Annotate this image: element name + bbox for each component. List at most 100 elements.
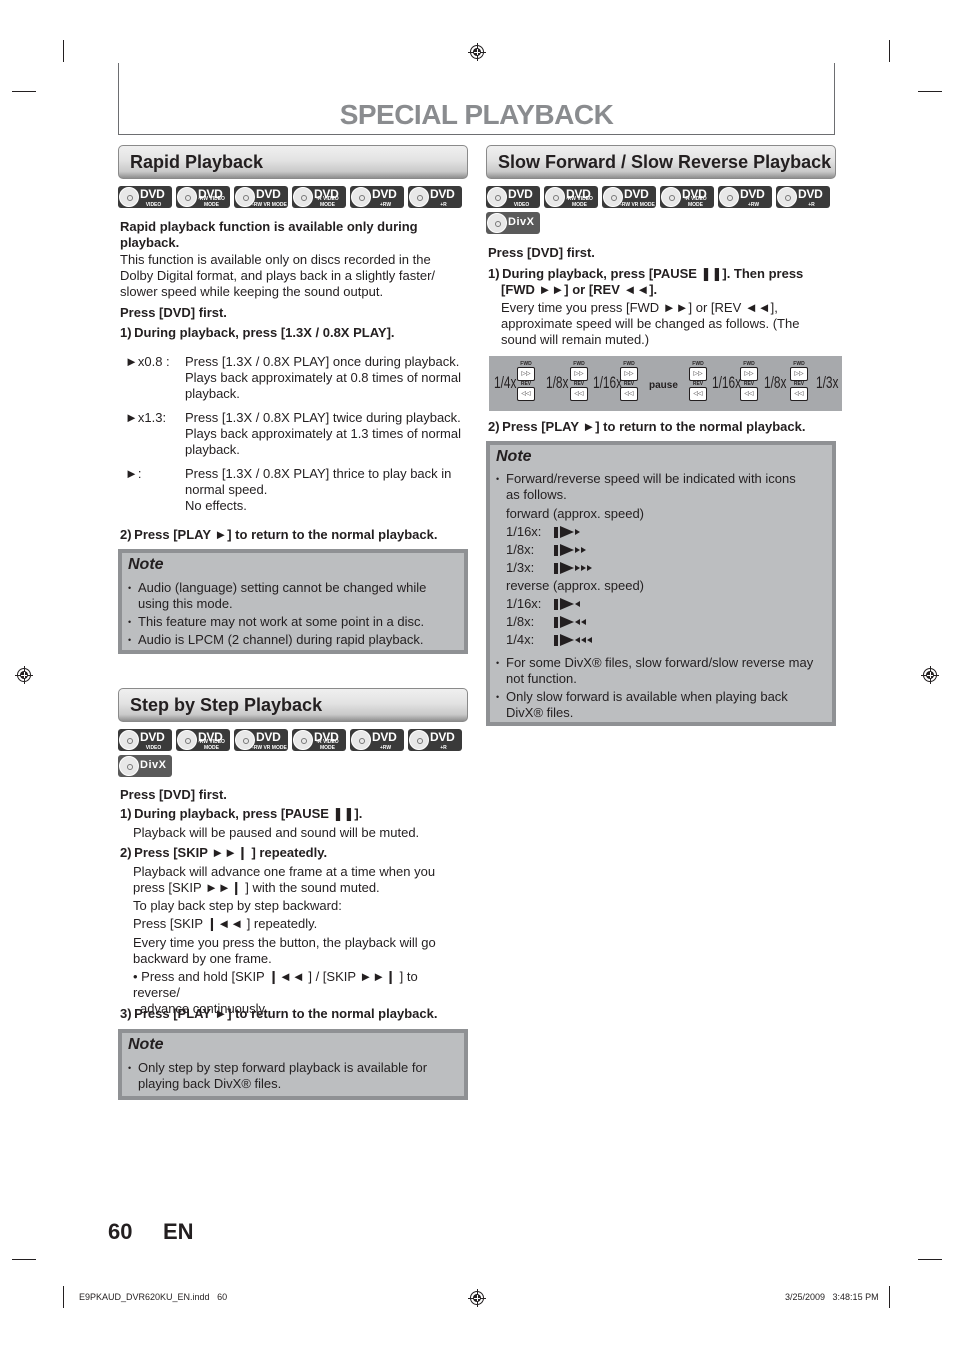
fwd-rev-buttons: FWD ▷▷ REV ◁◁	[570, 361, 588, 401]
section-heading-rapid-playback: Rapid Playback	[118, 145, 468, 179]
crop-mark	[889, 40, 890, 62]
step-2-description: Playback will advance one frame at a tim…	[133, 864, 436, 1016]
note-item: Only step by step forward playback is av…	[128, 1060, 458, 1092]
reverse-speed-row: 1/16x:	[496, 595, 826, 613]
slow-reverse-1-icon	[554, 598, 580, 610]
slow-reverse-2-icon	[554, 616, 586, 628]
speed-option-x13: ►x1.3: Press [1.3X / 0.8X PLAY] twice du…	[125, 410, 462, 457]
speed-option-x08: ►x0.8 : Press [1.3X / 0.8X PLAY] once du…	[125, 354, 462, 401]
crop-mark	[12, 1259, 36, 1260]
dvd-rw-vr-mode-badge: DVD -RW VR MODE	[602, 186, 656, 208]
note-item: Audio (language) setting cannot be chang…	[128, 580, 458, 612]
speed-label: 1/3x	[816, 373, 839, 392]
section-heading-slow-playback: Slow Forward / Slow Reverse Playback	[486, 145, 836, 179]
slow-step-2: 2) Press [PLAY ►] to return to the norma…	[488, 419, 806, 434]
rapid-note-box: Note Audio (language) setting cannot be …	[118, 549, 468, 654]
fwd-rev-buttons: FWD ▷▷ REV ◁◁	[790, 361, 808, 401]
dvd-plus-r-badge: DVD +R	[776, 186, 830, 208]
slow-note-box: Note Forward/reverse speed will be indic…	[486, 441, 836, 726]
fwd-button-icon: ▷▷	[790, 367, 808, 381]
disc-badges: DVD VIDEO DVD -RW VIDEO MODE DVD -RW VR MOD…	[486, 186, 841, 234]
divx-badge: DivX	[118, 755, 172, 777]
disc-badges: DVD VIDEO DVD -RW VIDEO MODE DVD -RW VR MOD…	[118, 186, 473, 208]
disc-badges: DVD VIDEO DVD -RW VIDEO MODE DVD -RW VR MOD…	[118, 729, 473, 777]
dvd-rw-video-mode-badge: DVD -RW VIDEO MODE	[176, 186, 230, 208]
dvd-video-badge: DVD VIDEO	[118, 729, 172, 751]
disc-icon	[487, 213, 507, 233]
section-heading-step-by-step: Step by Step Playback	[118, 688, 468, 722]
slow-step-1: 1) During playback, press [PAUSE ❚❚]. Th…	[488, 266, 804, 297]
rapid-step-1: 1) During playback, press [1.3X / 0.8X P…	[120, 325, 395, 340]
rev-button-icon: ◁◁	[790, 387, 808, 401]
crop-mark	[918, 91, 942, 92]
press-dvd-first: Press [DVD] first.	[120, 787, 227, 802]
registration-mark-icon	[468, 1289, 486, 1307]
section-title: Step by Step Playback	[130, 695, 323, 715]
rev-button-icon: ◁◁	[570, 387, 588, 401]
note-list: Only step by step forward playback is av…	[128, 1060, 458, 1094]
fwd-rev-buttons: FWD ▷▷ REV ◁◁	[740, 361, 758, 401]
reverse-speed-row: 1/8x:	[496, 613, 826, 631]
note-item: Audio is LPCM (2 channel) during rapid p…	[128, 632, 458, 648]
press-dvd-first: Press [DVD] first.	[488, 245, 595, 260]
step-note-box: Note Only step by step forward playback …	[118, 1029, 468, 1100]
dvd-rw-vr-mode-badge: DVD -RW VR MODE	[234, 729, 288, 751]
speed-sequence-diagram: 1/4x FWD ▷▷ REV ◁◁ 1/8x FWD ▷▷ REV ◁◁ 1/16x …	[489, 356, 842, 411]
speed-option-normal: ►: Press [1.3X / 0.8X PLAY] thrice to pl…	[125, 466, 452, 513]
speed-label: 1/8x	[764, 373, 787, 392]
language-code: EN	[163, 1219, 194, 1244]
note-item: Only slow forward is available when play…	[496, 689, 826, 721]
forward-speed-row: 1/16x:	[496, 523, 826, 541]
fwd-button-icon: ▷▷	[570, 367, 588, 381]
title-frame: SPECIAL PLAYBACK	[118, 63, 835, 135]
dvd-r-video-mode-badge: DVD -R VIDEO MODE	[660, 186, 714, 208]
note-list: Forward/reverse speed will be indicated …	[496, 471, 826, 505]
slug-filename: E9PKAUD_DVR620KU_EN.indd 60	[79, 1292, 228, 1302]
step-step-1: 1) During playback, press [PAUSE ❚❚].	[120, 806, 363, 821]
step-step-3: 3) Press [PLAY ►] to return to the norma…	[120, 1006, 438, 1021]
divx-badge: DivX	[486, 212, 540, 234]
dvd-plus-r-badge: DVD +R	[408, 729, 462, 751]
fwd-button-icon: ▷▷	[620, 367, 638, 381]
slow-step-1-description: Every time you press [FWD ►►] or [REV ◄◄…	[501, 300, 800, 347]
reverse-speed-row: 1/4x:	[496, 631, 826, 649]
speed-label: 1/4x	[494, 373, 517, 392]
section-title: Rapid Playback	[130, 152, 264, 172]
crop-mark	[63, 40, 64, 62]
fwd-button-icon: ▷▷	[689, 367, 707, 381]
registration-mark-icon	[468, 43, 486, 61]
disc-icon	[119, 756, 139, 776]
crop-mark	[63, 1286, 64, 1308]
crop-mark	[918, 1259, 942, 1260]
rapid-description: This function is available only on discs…	[120, 252, 436, 299]
dvd-plus-rw-badge: DVD +RW	[718, 186, 772, 208]
slow-forward-3-icon	[554, 562, 592, 574]
dvd-plus-rw-badge: DVD +RW	[350, 729, 404, 751]
crop-mark	[12, 91, 36, 92]
registration-mark-icon	[921, 666, 939, 684]
registration-mark-icon	[15, 666, 33, 684]
dvd-r-video-mode-badge: DVD -R VIDEO MODE	[292, 186, 346, 208]
slow-forward-1-icon	[554, 526, 580, 538]
note-title: Note	[128, 1036, 164, 1053]
dvd-rw-vr-mode-badge: DVD -RW VR MODE	[234, 186, 288, 208]
fwd-button-icon: ▷▷	[740, 367, 758, 381]
press-dvd-first: Press [DVD] first.	[120, 305, 227, 320]
pause-label: pause	[649, 380, 678, 391]
rev-button-icon: ◁◁	[740, 387, 758, 401]
step-step-2: 2) Press [SKIP ►►❙ ] repeatedly.	[120, 845, 328, 860]
speed-icon-legend: forward (approx. speed) 1/16x: 1/8x: 1/3…	[496, 505, 826, 649]
dvd-video-badge: DVD VIDEO	[486, 186, 540, 208]
dvd-video-badge: DVD VIDEO	[118, 186, 172, 208]
crop-mark	[889, 1286, 890, 1308]
note-title: Note	[128, 556, 164, 573]
slug-timestamp: 3/25/2009 3:48:15 PM	[785, 1292, 879, 1302]
dvd-rw-video-mode-badge: DVD -RW VIDEO MODE	[544, 186, 598, 208]
section-title: Slow Forward / Slow Reverse Playback	[498, 152, 832, 172]
page-number: 60	[108, 1219, 133, 1244]
rapid-intro-bold: Rapid playback function is available onl…	[120, 219, 418, 250]
speed-label: 1/8x	[546, 373, 569, 392]
dvd-r-video-mode-badge: DVD -R VIDEO MODE	[292, 729, 346, 751]
dvd-plus-rw-badge: DVD +RW	[350, 186, 404, 208]
slow-forward-2-icon	[554, 544, 586, 556]
